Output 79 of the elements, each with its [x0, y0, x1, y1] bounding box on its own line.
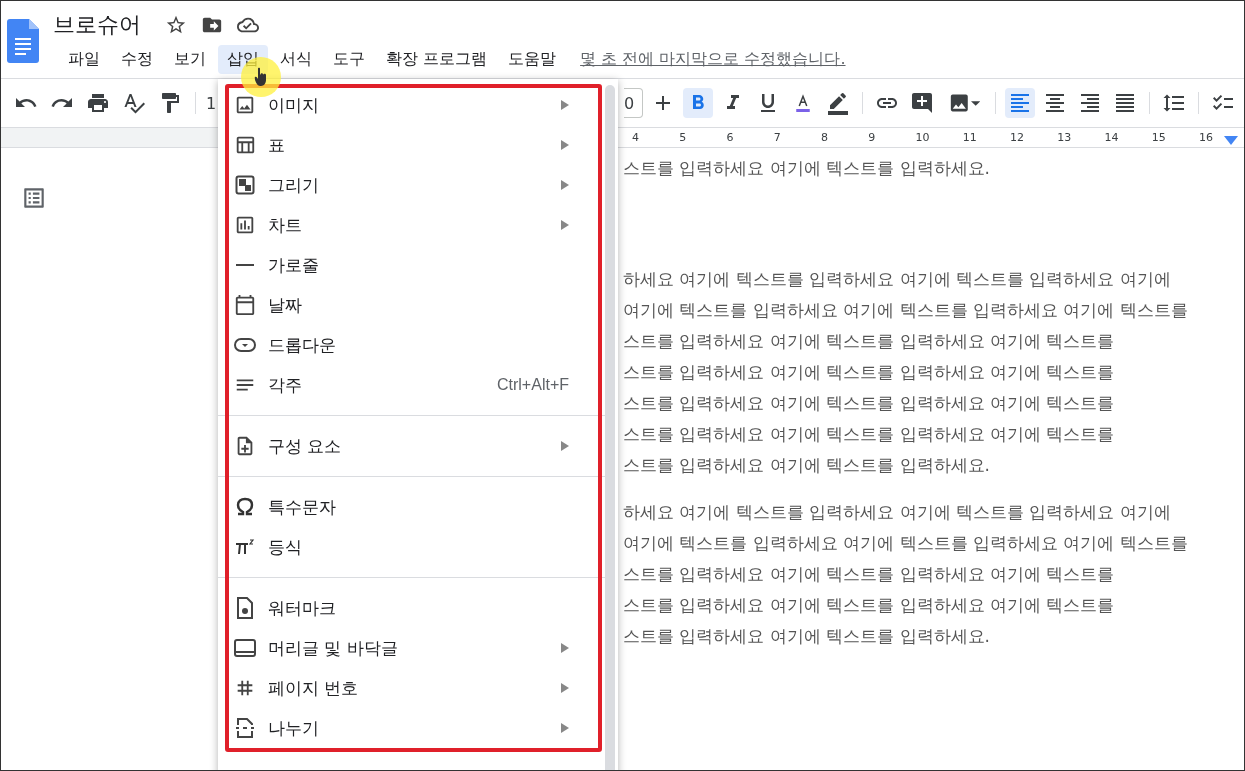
- submenu-arrow-icon: [561, 220, 569, 230]
- bar-chart-icon: [234, 214, 256, 236]
- caret-icon: [970, 100, 981, 106]
- document-text: 스트를 입력하세요 여기에 텍스트를 입력하세요 여기에 텍스트를: [623, 423, 1116, 446]
- omega-icon: [235, 497, 255, 517]
- bold-icon[interactable]: [683, 88, 714, 118]
- menu-option[interactable]: 드롭다운: [218, 325, 605, 365]
- menu-item[interactable]: 수정: [112, 45, 162, 74]
- menu-item[interactable]: 도움말: [499, 45, 566, 74]
- document-text: 스트를 입력하세요 여기에 텍스트를 입력하세요.: [623, 454, 992, 477]
- document-text: 스트를 입력하세요 여기에 텍스트를 입력하세요 여기에 텍스트를: [623, 330, 1116, 353]
- menu-option[interactable]: 머리글 및 바닥글: [218, 628, 605, 668]
- last-edit-link[interactable]: 몇 초 전에 마지막으로 수정했습니다.: [580, 49, 846, 70]
- submenu-arrow-icon: [561, 180, 569, 190]
- pi-icon: [234, 537, 256, 557]
- ruler-number: 11: [962, 131, 977, 144]
- document-text: 스트를 입력하세요 여기에 텍스트를 입력하세요 여기에 텍스트를: [623, 361, 1116, 384]
- document-title[interactable]: 브로슈어: [53, 10, 141, 40]
- submenu-arrow-icon: [561, 441, 569, 451]
- menu-option[interactable]: 각주 Ctrl+Alt+F: [218, 365, 605, 405]
- menu-item[interactable]: 확장 프로그램: [377, 45, 497, 74]
- ruler-number: 9: [868, 131, 876, 144]
- document-text: 스트를 입력하세요 여기에 텍스트를 입력하세요 여기에 텍스트를: [623, 594, 1116, 617]
- hand-cursor-icon: [254, 67, 268, 87]
- ruler-number: 4: [632, 131, 639, 144]
- document-text: 하세요 여기에 텍스트를 입력하세요 여기에 텍스트를 입력하세요 여기에: [623, 501, 1172, 524]
- menu-option[interactable]: 페이지 번호: [218, 668, 605, 708]
- menu-option[interactable]: 구성 요소: [218, 426, 605, 466]
- page-break-icon: [235, 717, 255, 739]
- watermark-icon: [235, 597, 255, 619]
- table-icon: [234, 134, 256, 156]
- submenu-arrow-icon: [561, 140, 569, 150]
- star-icon[interactable]: [165, 14, 187, 36]
- calendar-icon: [234, 294, 256, 316]
- menu-option[interactable]: 나누기: [218, 708, 605, 748]
- ruler-number: 10: [915, 131, 930, 144]
- menu-item[interactable]: 보기: [165, 45, 215, 74]
- document-text: 스트를 입력하세요 여기에 텍스트를 입력하세요 여기에 텍스트를: [623, 392, 1116, 415]
- drawing-icon: [235, 175, 255, 195]
- menu-item[interactable]: 도구: [324, 45, 374, 74]
- header-footer-icon: [234, 639, 256, 657]
- ruler-number: 14: [1104, 131, 1119, 144]
- horizontal-line-icon: [236, 264, 254, 266]
- docs-logo[interactable]: [7, 19, 39, 63]
- menu-option[interactable]: 등식: [218, 527, 605, 567]
- menu-option[interactable]: 차트: [218, 205, 605, 245]
- document-text: 스트를 입력하세요 여기에 텍스트를 입력하세요.: [623, 157, 992, 180]
- ruler-number: 5: [679, 131, 687, 144]
- menu-option[interactable]: 워터마크: [218, 588, 605, 628]
- indent-marker-icon[interactable]: [1224, 136, 1239, 145]
- menu-item[interactable]: 파일: [59, 45, 109, 74]
- submenu-arrow-icon: [561, 643, 569, 653]
- scrollbar[interactable]: [605, 85, 615, 770]
- font-size-text: 1: [206, 92, 217, 115]
- document-text: 여기에 텍스트를 입력하세요 여기에 텍스트를 입력하세요 여기에 텍스트를: [623, 532, 1188, 555]
- ruler-number: 12: [1010, 131, 1024, 144]
- ruler-number: 7: [773, 131, 781, 144]
- submenu-arrow-icon: [561, 723, 569, 733]
- menu-option[interactable]: 표: [218, 125, 605, 165]
- document-text: 여기에 텍스트를 입력하세요 여기에 텍스트를 입력하세요 여기에 텍스트를: [623, 299, 1188, 322]
- menu-option[interactable]: 특수문자: [218, 487, 605, 527]
- document-text: 하세요 여기에 텍스트를 입력하세요 여기에 텍스트를 입력하세요 여기에: [623, 268, 1172, 291]
- ruler-number: 6: [726, 131, 734, 144]
- dropdown-icon: [234, 338, 256, 352]
- submenu-arrow-icon: [561, 683, 569, 693]
- document-text: 스트를 입력하세요 여기에 텍스트를 입력하세요.: [623, 625, 992, 648]
- ruler-number: 8: [821, 131, 828, 144]
- menu-option[interactable]: 날짜: [218, 285, 605, 325]
- align-left-icon[interactable]: [1005, 88, 1036, 118]
- ruler-number: 15: [1151, 131, 1166, 144]
- menu-option[interactable]: 가로줄: [218, 245, 605, 285]
- submenu-arrow-icon: [561, 100, 569, 110]
- document-text: 스트를 입력하세요 여기에 텍스트를 입력하세요 여기에 텍스트를: [623, 563, 1116, 586]
- outline-icon[interactable]: [21, 185, 47, 211]
- menu-option[interactable]: 그리기: [218, 165, 605, 205]
- font-size-field[interactable]: 0: [624, 88, 644, 118]
- ruler-number: 13: [1057, 131, 1072, 144]
- image-icon: [234, 94, 256, 116]
- ruler-number: 16: [1199, 131, 1213, 144]
